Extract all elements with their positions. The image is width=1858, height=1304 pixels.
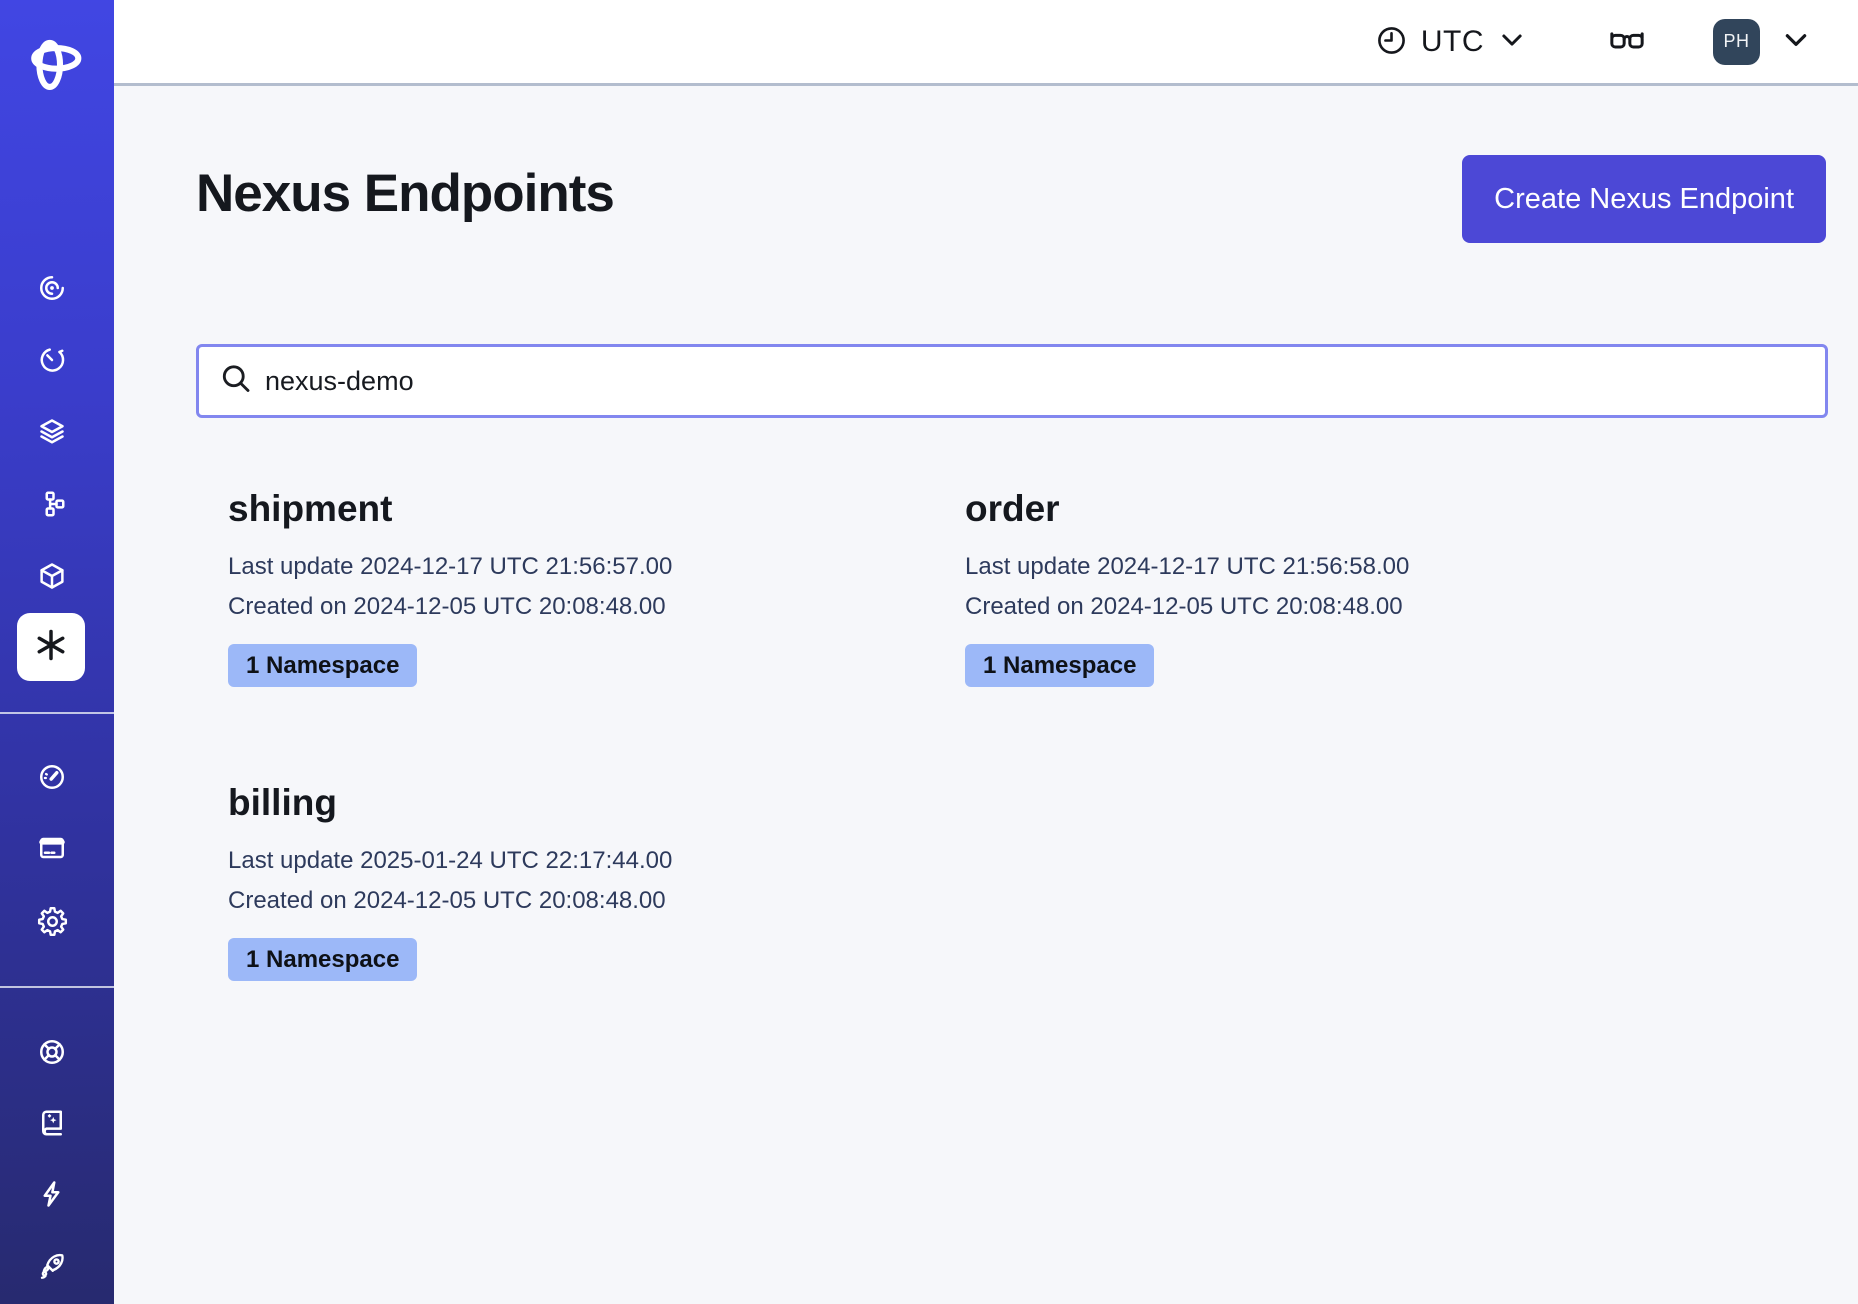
timer-icon xyxy=(37,345,67,375)
layers-icon xyxy=(37,416,67,446)
sidebar-item-support[interactable] xyxy=(29,1029,75,1075)
endpoint-created: Created on 2024-12-05 UTC 20:08:48.00 xyxy=(965,587,1665,627)
sidebar-item-schedules[interactable] xyxy=(29,337,75,383)
search-input[interactable] xyxy=(196,344,1828,418)
sidebar xyxy=(0,0,114,1304)
gauge-icon xyxy=(37,762,67,792)
hierarchy-icon xyxy=(37,489,67,519)
topbar: UTC PH xyxy=(114,0,1858,86)
endpoint-last-update: Last update 2025-01-24 UTC 22:17:44.00 xyxy=(228,841,928,881)
spiral-icon xyxy=(37,273,67,303)
endpoint-created: Created on 2024-12-05 UTC 20:08:48.00 xyxy=(228,587,928,627)
book-sparkle-icon xyxy=(37,1108,67,1138)
clock-icon xyxy=(1375,24,1408,60)
main-content: Nexus Endpoints Create Nexus Endpoint sh… xyxy=(114,89,1858,1304)
search-bar xyxy=(196,344,1828,418)
page-title: Nexus Endpoints xyxy=(196,163,614,224)
endpoint-name[interactable]: billing xyxy=(228,781,928,825)
namespace-badge: 1 Namespace xyxy=(228,938,417,981)
namespace-badge: 1 Namespace xyxy=(965,644,1154,687)
sidebar-item-namespaces[interactable] xyxy=(29,408,75,454)
lightning-icon xyxy=(37,1179,67,1209)
endpoint-card[interactable]: order Last update 2024-12-17 UTC 21:56:5… xyxy=(965,487,1665,687)
timezone-selector[interactable]: UTC xyxy=(1375,24,1527,60)
sidebar-item-nexus[interactable] xyxy=(17,613,85,681)
sidebar-item-settings[interactable] xyxy=(29,898,75,944)
sidebar-item-usage[interactable] xyxy=(29,754,75,800)
sidebar-divider xyxy=(0,986,114,988)
endpoint-card[interactable]: shipment Last update 2024-12-17 UTC 21:5… xyxy=(228,487,928,687)
create-nexus-endpoint-button[interactable]: Create Nexus Endpoint xyxy=(1462,155,1826,243)
chevron-down-icon xyxy=(1780,24,1812,59)
temporal-logo-icon[interactable] xyxy=(23,34,83,99)
sidebar-divider xyxy=(0,712,114,714)
timezone-label: UTC xyxy=(1421,25,1484,59)
endpoint-created: Created on 2024-12-05 UTC 20:08:48.00 xyxy=(228,881,928,921)
endpoint-name[interactable]: shipment xyxy=(228,487,928,531)
sidebar-item-whats-new[interactable] xyxy=(29,1171,75,1217)
endpoint-card[interactable]: billing Last update 2025-01-24 UTC 22:17… xyxy=(228,781,928,981)
glasses-icon xyxy=(1605,20,1649,63)
sidebar-item-billing[interactable] xyxy=(29,825,75,871)
sidebar-item-getting-started[interactable] xyxy=(29,1243,75,1289)
sidebar-item-docs[interactable] xyxy=(29,1100,75,1146)
endpoint-last-update: Last update 2024-12-17 UTC 21:56:58.00 xyxy=(965,547,1665,587)
avatar: PH xyxy=(1713,19,1760,65)
asterisk-nexus-icon xyxy=(32,626,70,669)
billing-card-icon xyxy=(37,833,67,863)
rocket-icon xyxy=(37,1251,67,1281)
gear-icon xyxy=(37,906,68,937)
sidebar-item-services[interactable] xyxy=(29,553,75,599)
cube-icon xyxy=(37,561,67,591)
sidebar-item-workflows[interactable] xyxy=(29,265,75,311)
labs-toggle[interactable] xyxy=(1605,20,1649,63)
namespace-badge: 1 Namespace xyxy=(228,644,417,687)
lifebuoy-icon xyxy=(37,1037,67,1067)
chevron-down-icon xyxy=(1497,25,1527,58)
endpoint-name[interactable]: order xyxy=(965,487,1665,531)
sidebar-item-deployments[interactable] xyxy=(29,481,75,527)
endpoint-last-update: Last update 2024-12-17 UTC 21:56:57.00 xyxy=(228,547,928,587)
account-menu[interactable]: PH xyxy=(1713,19,1812,65)
